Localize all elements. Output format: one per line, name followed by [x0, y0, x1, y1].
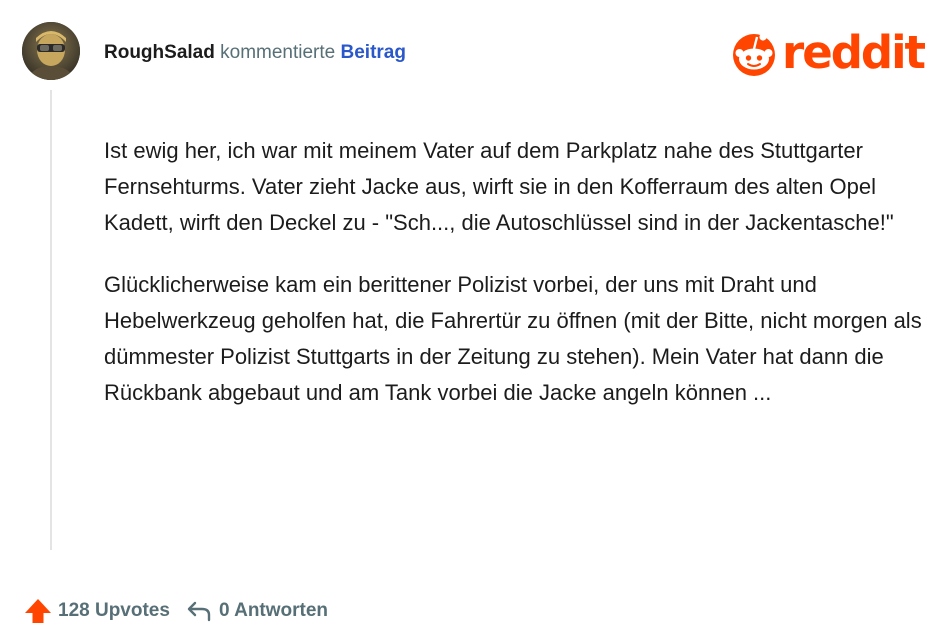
action-text: kommentierte: [220, 42, 336, 63]
comment-footer: 128 Upvotes 0 Antworten: [24, 595, 328, 627]
post-link[interactable]: Beitrag: [341, 42, 406, 63]
upvote-button[interactable]: 128 Upvotes: [24, 597, 170, 625]
thread-line[interactable]: [50, 90, 52, 550]
reply-count: 0 Antworten: [218, 600, 329, 621]
reddit-logo: reddit: [730, 26, 926, 79]
comment-body: Ist ewig her, ich war mit meinem Vater a…: [104, 133, 924, 437]
reddit-snoo-icon: [733, 33, 775, 76]
comment-paragraph: Glücklicherweise kam ein berittener Poli…: [104, 272, 922, 405]
reply-button[interactable]: 0 Antworten: [170, 600, 328, 622]
upvote-arrow-icon: [25, 599, 51, 623]
reply-arrow-icon: [187, 601, 211, 622]
reddit-wordmark: reddit: [782, 26, 926, 79]
username[interactable]: RoughSalad: [104, 42, 215, 63]
avatar-image: [22, 22, 80, 80]
comment-paragraph: Ist ewig her, ich war mit meinem Vater a…: [104, 138, 894, 235]
comment-header: RoughSalad kommentierte Beitrag: [104, 41, 406, 65]
avatar[interactable]: [22, 22, 80, 80]
upvote-count: 128 Upvotes: [58, 600, 170, 621]
